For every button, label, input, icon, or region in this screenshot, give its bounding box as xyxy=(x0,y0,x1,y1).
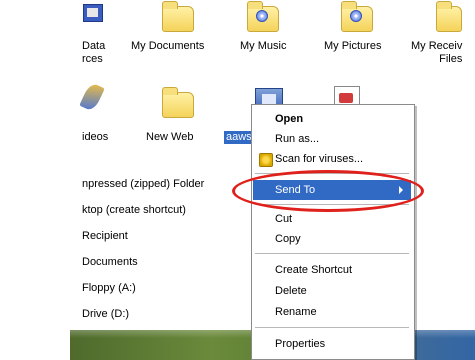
send-to-my-documents[interactable]: Documents xyxy=(82,256,138,268)
submenu-arrow-icon xyxy=(399,186,403,194)
music-disc-icon xyxy=(256,10,268,22)
menu-item-cut[interactable]: Cut xyxy=(253,209,411,229)
antivirus-icon xyxy=(259,153,273,167)
send-to-drive-d[interactable]: Drive (D:) xyxy=(82,308,129,320)
icon-label-my-pictures: My Pictures xyxy=(324,40,382,52)
menu-item-rename[interactable]: Rename xyxy=(253,302,411,322)
menu-item-scan-for-viruses[interactable]: Scan for viruses... xyxy=(253,149,411,169)
send-to-floppy[interactable]: Floppy (A:) xyxy=(82,282,136,294)
icon-label-my-music: My Music xyxy=(240,40,287,52)
new-web-folder-icon[interactable] xyxy=(162,87,194,118)
menu-separator xyxy=(255,253,409,254)
my-received-files-folder-icon[interactable] xyxy=(436,1,462,32)
menu-item-open[interactable]: Open xyxy=(253,109,411,129)
pictures-disc-icon xyxy=(350,10,362,22)
menu-item-run-as[interactable]: Run as... xyxy=(253,129,411,149)
icon-label-aaws[interactable]: aaws xyxy=(224,131,254,144)
send-to-desktop-shortcut[interactable]: ktop (create shortcut) xyxy=(82,204,186,216)
icon-label-my-received-files: My Receiv Files xyxy=(411,40,463,65)
icon-label-data-sources: Data rces xyxy=(82,40,106,65)
icon-label-new-web: New Web xyxy=(146,131,194,143)
context-menu: Open Run as... Scan for viruses... Send … xyxy=(251,104,415,360)
menu-separator xyxy=(255,327,409,328)
menu-item-create-shortcut[interactable]: Create Shortcut xyxy=(253,260,411,280)
data-sources-icon[interactable] xyxy=(83,4,103,22)
videos-icon[interactable] xyxy=(79,81,105,113)
menu-item-properties[interactable]: Properties xyxy=(253,334,411,354)
menu-separator xyxy=(255,204,409,205)
send-to-mail-recipient[interactable]: Recipient xyxy=(82,230,128,242)
icon-label-my-documents: My Documents xyxy=(131,40,205,52)
menu-item-send-to[interactable]: Send To xyxy=(253,180,411,200)
menu-item-delete[interactable]: Delete xyxy=(253,281,411,301)
my-documents-folder-icon[interactable] xyxy=(162,1,194,32)
icon-label-videos: ideos xyxy=(82,131,109,143)
send-to-compressed-folder[interactable]: npressed (zipped) Folder xyxy=(82,178,204,190)
desktop-canvas: Data rces My Documents My Music My Pictu… xyxy=(0,0,475,360)
menu-separator xyxy=(255,173,409,174)
menu-item-copy[interactable]: Copy xyxy=(253,229,411,249)
